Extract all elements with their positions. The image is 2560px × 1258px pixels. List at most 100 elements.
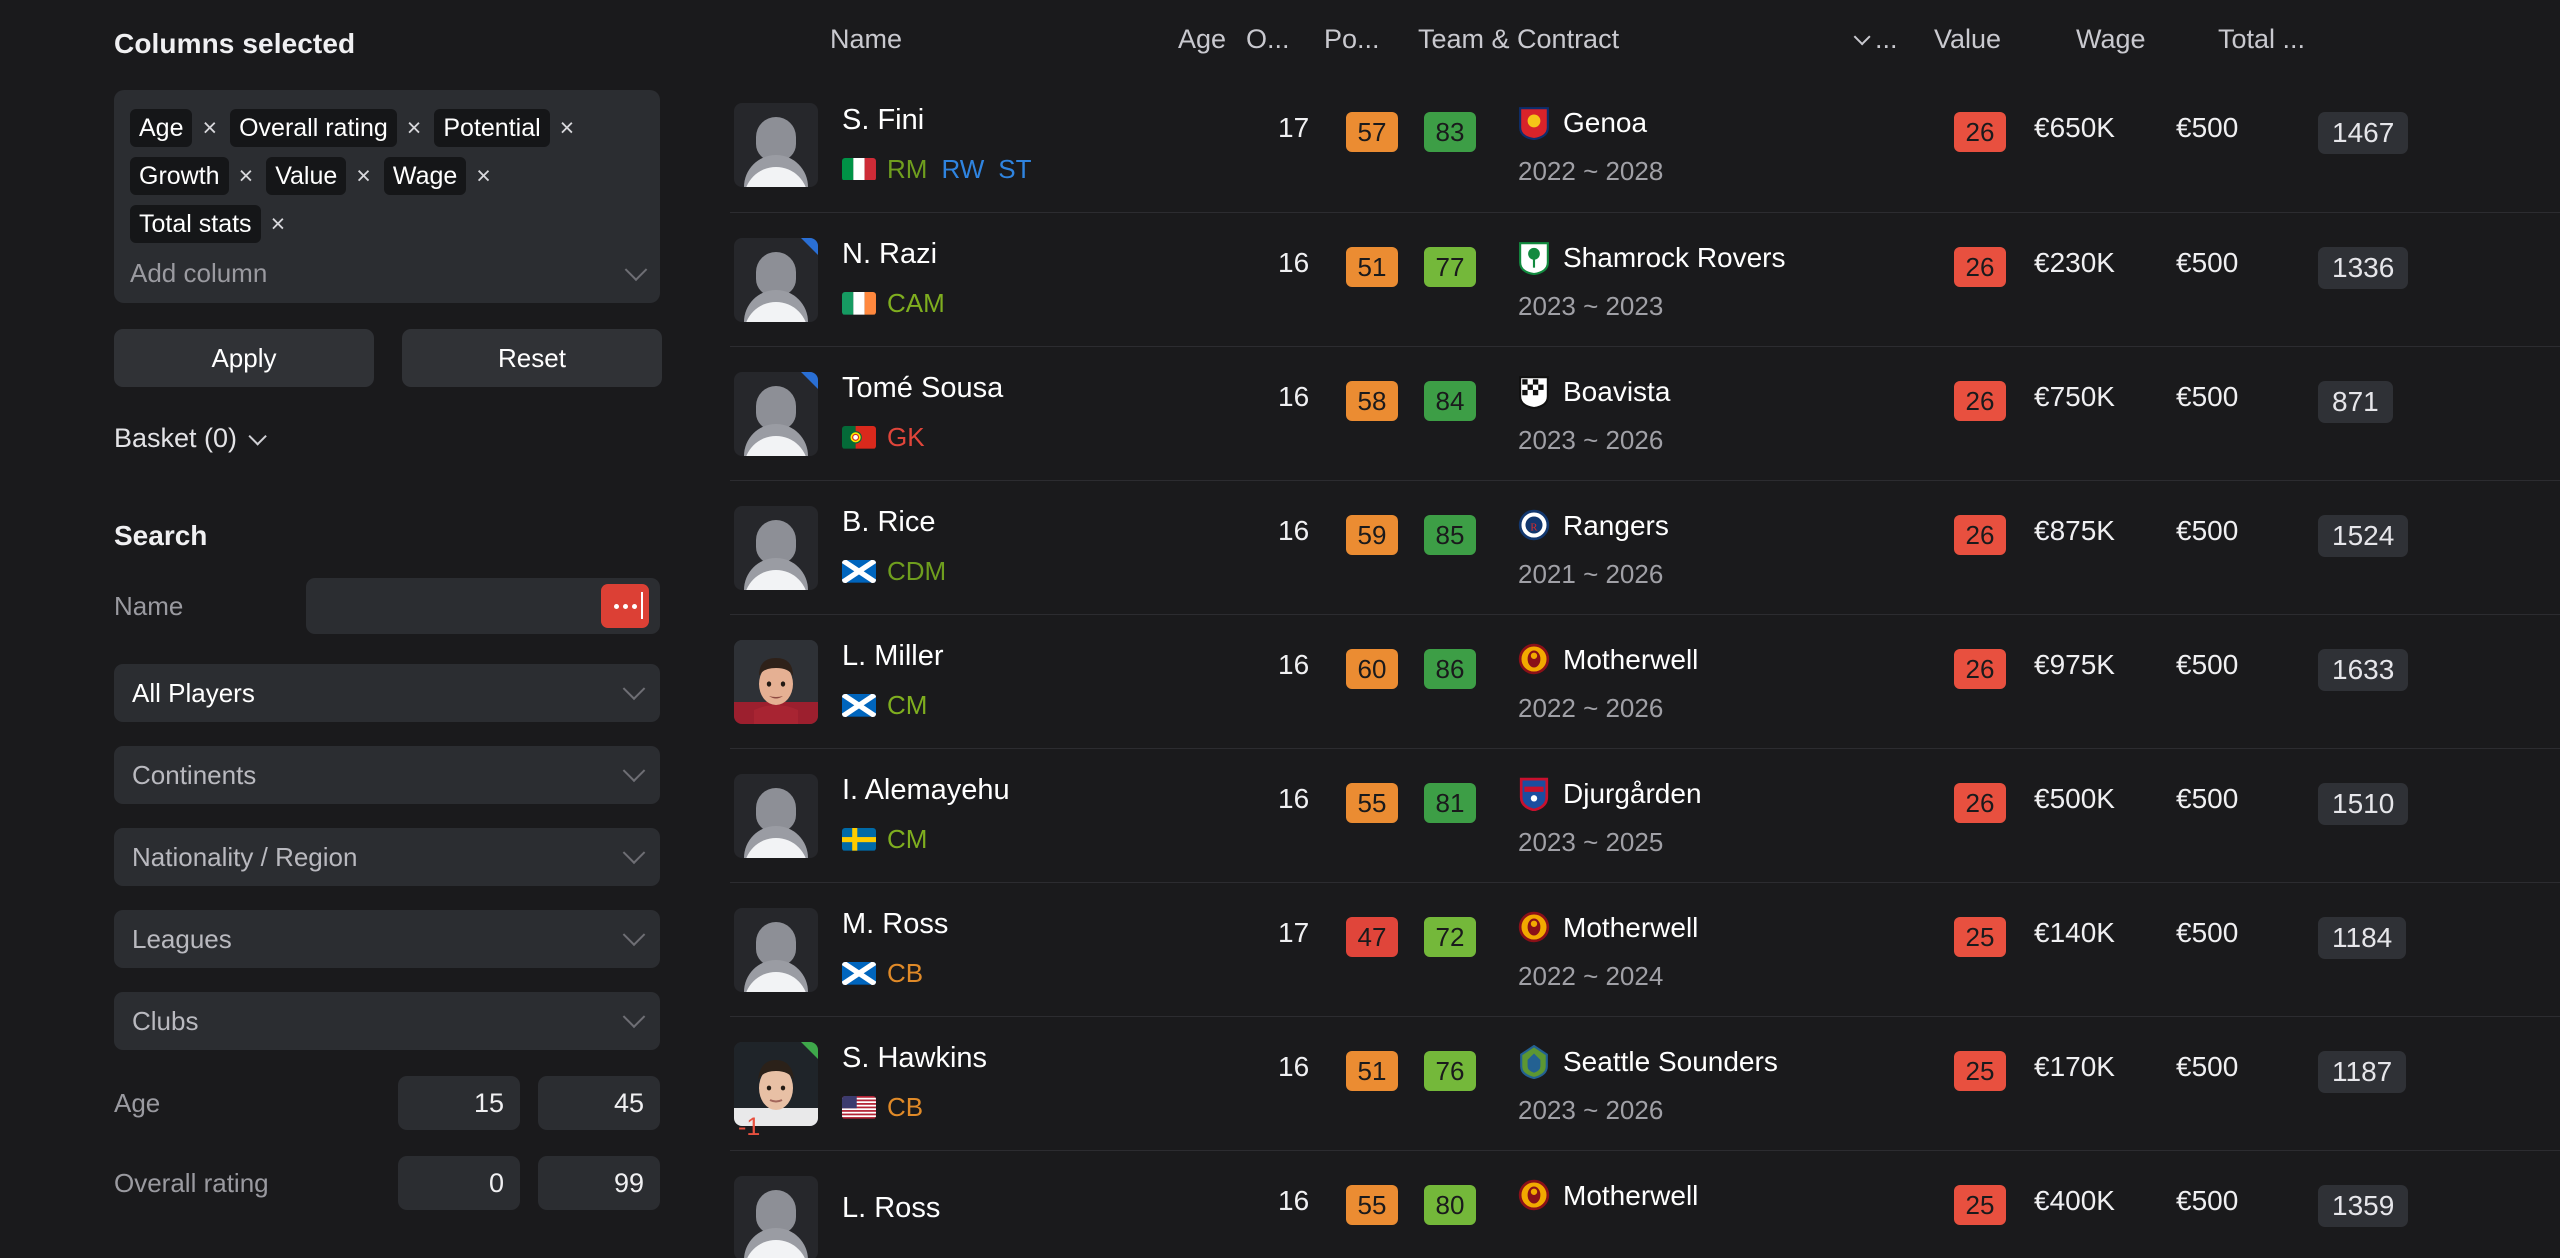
player-name-cell[interactable]: L. Ross (830, 1151, 1278, 1258)
avatar-cell (730, 615, 830, 748)
select-continents[interactable]: Continents (114, 746, 660, 804)
column-chip[interactable]: Value (266, 157, 347, 195)
team-line: Motherwell (1518, 911, 1954, 945)
column-chip[interactable]: Age (130, 109, 193, 147)
header-team-contract[interactable]: Team & Contract (1418, 24, 1854, 55)
remove-column-icon[interactable]: × (239, 163, 254, 189)
team-contract-cell[interactable]: Djurgården 2023 ~ 2025 (1518, 749, 1954, 882)
value-amount: €750K (2034, 381, 2115, 412)
name-field-label: Name (114, 590, 184, 621)
basket-toggle[interactable]: Basket (0) (114, 423, 730, 454)
remove-column-icon[interactable]: × (560, 115, 575, 141)
select-leagues[interactable]: Leagues (114, 910, 660, 968)
player-name-cell[interactable]: N. Razi CAM (830, 213, 1278, 346)
team-contract-cell[interactable]: Boavista 2023 ~ 2026 (1518, 347, 1954, 480)
wage-cell: €500 (2176, 883, 2318, 1016)
range-min-input[interactable]: 0 (398, 1156, 520, 1210)
age-value: 16 (1278, 1051, 1310, 1082)
header-value[interactable]: Value (1934, 24, 2076, 55)
growth-badge: 26 (1954, 515, 2006, 555)
team-contract-cell[interactable]: Motherwell 2022 ~ 2024 (1518, 883, 1954, 1016)
total-stats-cell: 871 (2318, 347, 2468, 480)
table-row[interactable]: N. Razi CAM 16 51 77 Shamrock Rovers 2023 ~ 20… (730, 212, 2560, 346)
position-badge: RM (887, 153, 928, 184)
table-body: S. Fini RM RW ST 17 57 83 Genoa 2022 ~ 2028 26 €65… (730, 78, 2560, 1258)
chevron-down-icon (1853, 28, 1871, 46)
team-line: Seattle Sounders (1518, 1044, 1954, 1080)
wage-amount: €500 (2176, 1185, 2239, 1216)
overall-rating-badge: 51 (1346, 1051, 1398, 1091)
player-name-cell[interactable]: L. Miller CM (830, 615, 1278, 748)
search-input[interactable] (306, 578, 660, 634)
team-contract-cell[interactable]: Motherwell 2022 ~ 2026 (1518, 615, 1954, 748)
overall-rating-badge: 55 (1346, 1185, 1398, 1225)
team-contract-cell[interactable]: R Rangers 2021 ~ 2026 (1518, 481, 1954, 614)
add-column-select[interactable]: Add column (130, 257, 648, 293)
header-name[interactable]: Name (730, 24, 1178, 55)
select-clubs[interactable]: Clubs (114, 992, 660, 1050)
header-growth[interactable]: ... (1853, 24, 1934, 55)
wage-amount: €500 (2176, 917, 2239, 948)
avatar-cell (730, 347, 830, 480)
chevron-down-icon (622, 759, 646, 783)
column-chip[interactable]: Overall rating (230, 109, 397, 147)
range-max-input[interactable]: 99 (538, 1156, 660, 1210)
header-total-stats[interactable]: Total ... (2218, 24, 2368, 55)
overall-cell: 58 (1346, 347, 1424, 480)
growth-cell: 25 (1954, 883, 2034, 1016)
table-row[interactable]: S. Hawkins CB 16 51 76 -1 Seattle Sounders 2023… (730, 1016, 2560, 1150)
header-overall[interactable]: O... (1246, 24, 1324, 55)
table-row[interactable]: B. Rice CDM 16 59 85 R Rangers 2021 ~ 2026 26 €87… (730, 480, 2560, 614)
growth-cell: 25 (1954, 1017, 2034, 1150)
player-name-cell[interactable]: S. Fini RM RW ST (830, 78, 1278, 212)
value-amount: €170K (2034, 1051, 2115, 1082)
header-wage[interactable]: Wage (2076, 24, 2218, 55)
team-contract-cell[interactable]: Motherwell (1518, 1151, 1954, 1258)
select-nationality-region[interactable]: Nationality / Region (114, 828, 660, 886)
header-position[interactable]: Po... (1324, 24, 1418, 55)
table-row[interactable]: L. Ross 16 55 80 Motherwell 25 €400K €500 1359 (730, 1150, 2560, 1258)
app-root: Columns selected Age × Overall rating × Pote… (0, 0, 2560, 1258)
table-row[interactable]: L. Miller CM 16 60 86 Motherwell 2022 ~ 2026 26… (730, 614, 2560, 748)
contract-years: 2023 ~ 2026 (1518, 425, 1664, 455)
player-name-cell[interactable]: Tomé Sousa GK (830, 347, 1278, 480)
remove-column-icon[interactable]: × (271, 211, 286, 237)
header-age[interactable]: Age (1178, 24, 1246, 55)
remove-column-icon[interactable]: × (476, 163, 491, 189)
column-chip[interactable]: Total stats (130, 205, 261, 243)
table-row[interactable]: Tomé Sousa GK 16 58 84 Boavista 2023 ~ 2026 26 €… (730, 346, 2560, 480)
range-max-input[interactable]: 45 (538, 1076, 660, 1130)
team-contract-cell[interactable]: Seattle Sounders 2023 ~ 2026 (1518, 1017, 1954, 1150)
team-name: Seattle Sounders (1563, 1046, 1778, 1077)
team-contract-cell[interactable]: Genoa 2022 ~ 2028 (1518, 78, 1954, 212)
team-line: Motherwell (1518, 1179, 1954, 1213)
column-chip[interactable]: Potential (434, 109, 550, 147)
player-name-cell[interactable]: M. Ross CB (830, 883, 1278, 1016)
apply-button[interactable]: Apply (114, 329, 374, 387)
more-options-icon[interactable] (601, 584, 649, 628)
player-name-cell[interactable]: B. Rice CDM (830, 481, 1278, 614)
table-row[interactable]: M. Ross CB 17 47 72 Motherwell 2022 ~ 2024 25 €1… (730, 882, 2560, 1016)
range-min-input[interactable]: 15 (398, 1076, 520, 1130)
column-chip[interactable]: Wage (383, 157, 467, 195)
reset-button[interactable]: Reset (402, 329, 662, 387)
columns-chip-box[interactable]: Age × Overall rating × Potential × Growth × Valu… (114, 90, 660, 303)
avatar (734, 371, 818, 456)
select-all-players[interactable]: All Players (114, 664, 660, 722)
column-chip[interactable]: Growth (130, 157, 229, 195)
wage-amount: €500 (2176, 649, 2239, 680)
remove-column-icon[interactable]: × (356, 163, 371, 189)
remove-column-icon[interactable]: × (202, 115, 217, 141)
overall-cell: 51 (1346, 213, 1424, 346)
player-name-cell[interactable]: S. Hawkins CB (830, 1017, 1278, 1150)
table-row[interactable]: S. Fini RM RW ST 17 57 83 Genoa 2022 ~ 2028 26 €65… (730, 78, 2560, 212)
table-row[interactable]: I. Alemayehu CM 16 55 81 Djurgården 2023 ~ 202… (730, 748, 2560, 882)
player-name-cell[interactable]: I. Alemayehu CM (830, 749, 1278, 882)
flag-italy-icon (842, 157, 876, 181)
potential-cell: 72 (1424, 883, 1518, 1016)
wage-amount: €500 (2176, 515, 2239, 546)
avatar (734, 773, 818, 858)
team-contract-cell[interactable]: Shamrock Rovers 2023 ~ 2023 (1518, 213, 1954, 346)
growth-badge: 26 (1954, 783, 2006, 823)
remove-column-icon[interactable]: × (407, 115, 422, 141)
